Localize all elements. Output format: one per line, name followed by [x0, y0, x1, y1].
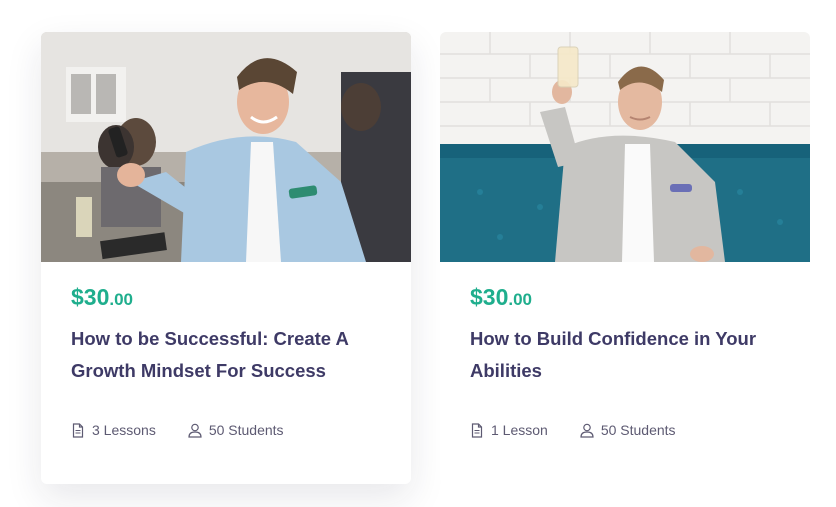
course-card[interactable]: $30.00 How to Build Confidence in Your A… [440, 32, 810, 484]
course-photo-image [41, 32, 411, 262]
lessons-count: 1 Lesson [470, 422, 548, 438]
user-icon [580, 423, 594, 438]
course-meta: 1 Lesson 50 Students [470, 422, 780, 438]
students-count: 50 Students [580, 422, 676, 438]
document-icon [72, 422, 84, 438]
lessons-count: 3 Lessons [71, 422, 156, 438]
document-icon [471, 422, 483, 438]
course-thumbnail[interactable] [440, 32, 810, 262]
course-title[interactable]: How to Build Confidence in Your Abilitie… [470, 323, 780, 387]
course-price: $30.00 [470, 286, 780, 309]
lessons-label: 1 Lesson [491, 422, 548, 438]
course-price: $30.00 [71, 286, 381, 309]
students-count: 50 Students [188, 422, 284, 438]
lessons-label: 3 Lessons [92, 422, 156, 438]
price-cents: .00 [508, 290, 533, 309]
students-label: 50 Students [208, 422, 284, 438]
course-title[interactable]: How to be Successful: Create A Growth Mi… [71, 323, 381, 387]
course-thumbnail[interactable] [41, 32, 411, 262]
user-icon [188, 423, 202, 438]
course-card[interactable]: $30.00 How to be Successful: Create A Gr… [41, 32, 411, 484]
course-grid: $30.00 How to be Successful: Create A Gr… [0, 0, 836, 507]
students-label: 50 Students [600, 422, 676, 438]
price-main: $30 [470, 284, 509, 310]
price-main: $30 [71, 284, 110, 310]
course-photo-image [440, 32, 810, 262]
course-meta: 3 Lessons 50 Students [71, 422, 381, 438]
price-cents: .00 [109, 290, 134, 309]
